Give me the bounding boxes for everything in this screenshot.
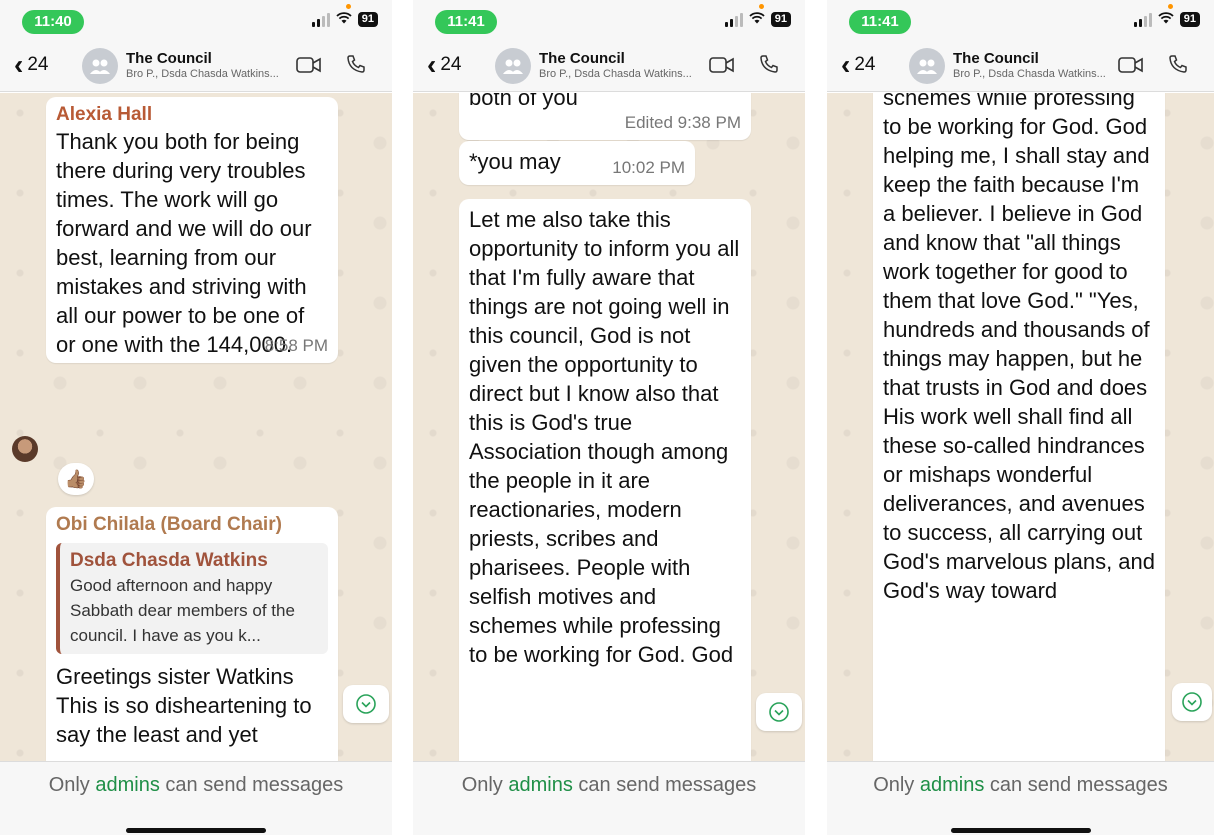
- status-time: 11:41: [849, 10, 911, 34]
- message-time: Edited 9:38 PM: [624, 113, 741, 132]
- wifi-icon: [749, 12, 765, 27]
- composer-disabled-bar: Only admins can send messages: [0, 761, 392, 835]
- home-indicator[interactable]: [950, 828, 1091, 833]
- privacy-indicator-dot: [1168, 4, 1173, 9]
- phone-call-icon[interactable]: [759, 54, 779, 74]
- back-button[interactable]: ‹ 24: [841, 49, 876, 80]
- chat-header: ‹ 24 The Council Bro P., Dsda Chasda Wat…: [827, 40, 1214, 92]
- message-text: Greetings sister Watkins This is so dish…: [56, 664, 312, 747]
- message-bubble[interactable]: schemes while professing to be working f…: [873, 93, 1165, 761]
- admins-link[interactable]: admins: [508, 774, 572, 796]
- privacy-indicator-dot: [346, 4, 351, 9]
- group-icon: [503, 59, 523, 74]
- message-list[interactable]: schemes while professing to be working f…: [827, 93, 1214, 761]
- message-sender: Obi Chilala (Board Chair): [56, 514, 282, 535]
- message-sender: Alexia Hall: [56, 104, 153, 125]
- chat-screen-3: 11:41 91 ‹ 24 The Council Bro P., Dsda C…: [827, 0, 1214, 835]
- privacy-indicator-dot: [759, 4, 764, 9]
- cellular-signal-icon: [311, 12, 330, 27]
- wifi-icon: [1158, 12, 1174, 27]
- unread-count: 24: [440, 54, 462, 75]
- message-bubble[interactable]: Let me also take this opportunity to inf…: [459, 199, 751, 761]
- message-text: both of you: [469, 93, 578, 110]
- quoted-sender: Dsda Chasda Watkins: [70, 550, 268, 571]
- status-bar: 11:41 91: [827, 0, 1214, 40]
- cellular-signal-icon: [1133, 12, 1152, 27]
- message-text: Let me also take this opportunity to inf…: [469, 207, 740, 667]
- phone-call-icon[interactable]: [1168, 54, 1188, 74]
- message-bubble[interactable]: Obi Chilala (Board Chair) Dsda Chasda Wa…: [46, 507, 338, 761]
- chat-title: The Council: [953, 50, 1039, 67]
- admins-only-notice: Only admins can send messages: [48, 774, 344, 796]
- scroll-to-bottom-button[interactable]: [343, 685, 389, 723]
- admins-only-notice: Only admins can send messages: [873, 774, 1168, 796]
- video-call-icon[interactable]: [1118, 56, 1144, 74]
- group-avatar[interactable]: [495, 48, 531, 84]
- message-time: 10:02 PM: [612, 158, 685, 177]
- video-call-icon[interactable]: [296, 56, 322, 74]
- chat-members: Bro P., Dsda Chasda Watkins...: [126, 68, 279, 80]
- quoted-message[interactable]: Dsda Chasda Watkins Good afternoon and h…: [56, 543, 328, 654]
- message-text: *you may: [469, 149, 561, 174]
- message-text: schemes while professing to be working f…: [883, 93, 1156, 603]
- chevron-left-icon: ‹: [427, 49, 437, 80]
- admins-link[interactable]: admins: [95, 774, 159, 796]
- chat-screen-1: 11:40 ︀ 91 ‹ 24 The Council Bro P., Dsda…: [0, 0, 392, 835]
- unread-count: 24: [854, 54, 876, 75]
- chevron-left-icon: ‹: [14, 49, 24, 80]
- chat-title-block[interactable]: The Council Bro P., Dsda Chasda Watkins.…: [126, 50, 296, 81]
- message-list[interactable]: both of you Edited 9:38 PM 10:02 PM *you…: [413, 93, 805, 761]
- chat-header: ‹ 24 The Council Bro P., Dsda Chasda Wat…: [0, 40, 392, 92]
- battery-indicator: 91: [357, 12, 378, 27]
- composer-disabled-bar: Only admins can send messages: [827, 761, 1214, 835]
- chevron-down-icon: [1182, 692, 1202, 712]
- sender-avatar[interactable]: [12, 436, 38, 462]
- message-text: Thank you both for being there during ve…: [56, 129, 312, 357]
- back-button[interactable]: ‹ 24: [14, 49, 49, 80]
- reaction-thumbs-up-icon[interactable]: 👍🏽: [58, 463, 94, 495]
- status-bar: 11:41 91: [413, 0, 805, 40]
- battery-indicator: 91: [1179, 12, 1200, 27]
- group-icon: [90, 59, 110, 74]
- wifi-icon: ︀: [336, 12, 352, 27]
- battery-indicator: 91: [770, 12, 791, 27]
- composer-disabled-bar: Only admins can send messages: [413, 761, 805, 835]
- back-button[interactable]: ‹ 24: [427, 49, 462, 80]
- phone-call-icon[interactable]: [346, 54, 366, 74]
- status-time: 11:41: [435, 10, 497, 34]
- chat-members: Bro P., Dsda Chasda Watkins...: [953, 68, 1106, 80]
- chat-title: The Council: [126, 50, 212, 67]
- chevron-down-icon: [356, 694, 376, 714]
- message-list[interactable]: Alexia Hall Thank you both for being the…: [0, 93, 392, 761]
- chevron-left-icon: ‹: [841, 49, 851, 80]
- message-bubble[interactable]: both of you Edited 9:38 PM: [459, 93, 751, 140]
- message-bubble[interactable]: Alexia Hall Thank you both for being the…: [46, 97, 338, 363]
- home-indicator[interactable]: [126, 828, 266, 833]
- video-call-icon[interactable]: [709, 56, 735, 74]
- quoted-text: Good afternoon and happy Sabbath dear me…: [70, 576, 295, 645]
- chat-header: ‹ 24 The Council Bro P., Dsda Chasda Wat…: [413, 40, 805, 92]
- chat-title-block[interactable]: The Council Bro P., Dsda Chasda Watkins.…: [953, 50, 1123, 81]
- status-time: 11:40: [22, 10, 84, 34]
- admins-link[interactable]: admins: [920, 774, 984, 796]
- chat-title: The Council: [539, 50, 625, 67]
- chat-members: Bro P., Dsda Chasda Watkins...: [539, 68, 692, 80]
- chat-title-block[interactable]: The Council Bro P., Dsda Chasda Watkins.…: [539, 50, 709, 81]
- group-avatar[interactable]: [82, 48, 118, 84]
- chat-screen-2: 11:41 91 ‹ 24 The Council Bro P., Dsda C…: [413, 0, 805, 835]
- chevron-down-icon: [769, 702, 789, 722]
- scroll-to-bottom-button[interactable]: [756, 693, 802, 731]
- group-icon: [917, 59, 937, 74]
- cellular-signal-icon: [724, 12, 743, 27]
- message-bubble[interactable]: 10:02 PM *you may: [459, 141, 695, 185]
- admins-only-notice: Only admins can send messages: [461, 774, 757, 796]
- status-bar: 11:40 ︀ 91: [0, 0, 392, 40]
- unread-count: 24: [27, 54, 49, 75]
- group-avatar[interactable]: [909, 48, 945, 84]
- scroll-to-bottom-button[interactable]: [1172, 683, 1212, 721]
